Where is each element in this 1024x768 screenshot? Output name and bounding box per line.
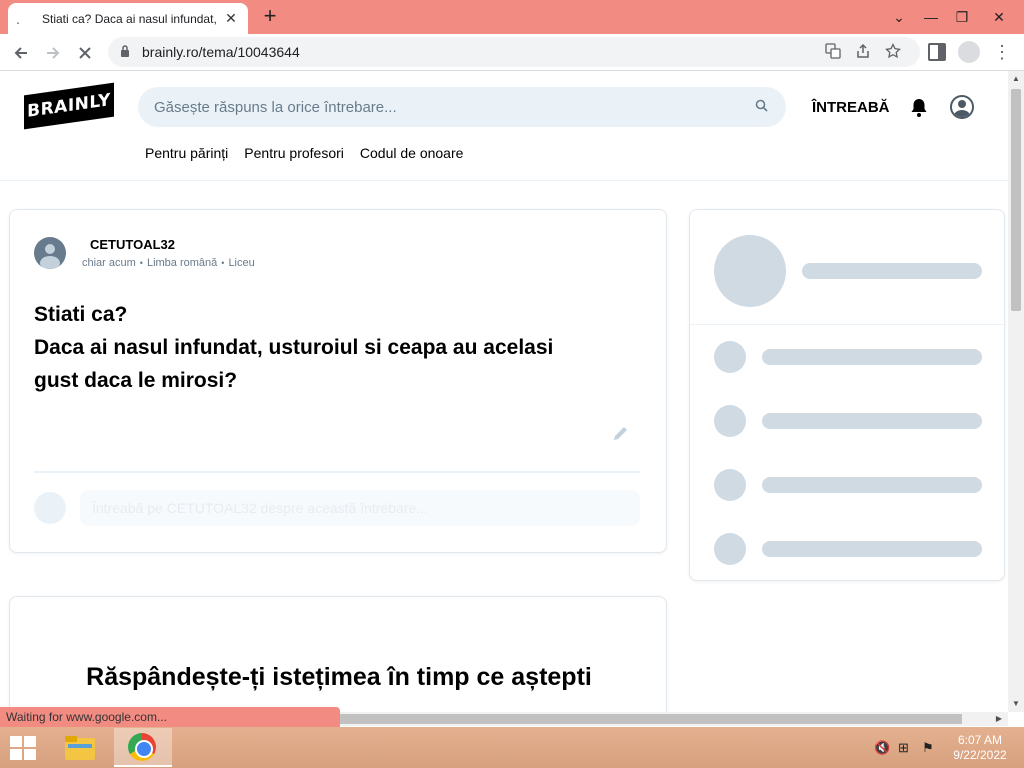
site-subnav: Pentru părinți Pentru profesori Codul de… [145, 145, 463, 161]
question-line: gust daca le mirosi? [34, 369, 238, 392]
nav-link-parents[interactable]: Pentru părinți [145, 145, 228, 161]
scrollbar-thumb[interactable] [1011, 89, 1021, 311]
status-bubble: Waiting for www.google.com... [0, 707, 340, 727]
ask-question-button[interactable]: ÎNTREABĂ [812, 99, 890, 116]
stop-loading-button[interactable] [72, 40, 98, 66]
restore-button[interactable]: ❐ [950, 4, 974, 30]
profile-avatar-icon[interactable] [958, 41, 980, 63]
system-clock[interactable]: 6:07 AM 9/22/2022 [948, 733, 1012, 763]
clock-date: 9/22/2022 [953, 748, 1007, 762]
site-header: BRAINLY ÎNTREABĂ Pentru părinți Pentru p… [0, 71, 1008, 181]
question-line: Daca ai nasul infundat, usturoiul si cea… [34, 336, 554, 359]
page-viewport: BRAINLY ÎNTREABĂ Pentru părinți Pentru p… [0, 71, 1008, 712]
search-bar[interactable] [138, 87, 786, 127]
tab-loading-indicator: . [16, 10, 20, 27]
question-time: chiar acum [82, 257, 136, 269]
question-level: Liceu [228, 257, 255, 269]
skeleton-bar [762, 349, 982, 365]
clock-time: 6:07 AM [957, 733, 1003, 747]
question-line: Stiati ca? [34, 303, 128, 326]
arrow-right-icon [47, 47, 60, 59]
vertical-scrollbar[interactable]: ▲ ▼ [1008, 71, 1024, 712]
url-text[interactable]: brainly.ro/tema/10043644 [142, 44, 818, 60]
forward-button[interactable] [40, 40, 66, 66]
skeleton-bar [762, 477, 982, 493]
chrome-icon [128, 733, 156, 761]
back-button[interactable] [8, 40, 34, 66]
question-meta: chiar acum • Limba română • Liceu [82, 257, 255, 269]
browser-menu-icon[interactable]: ⋮ [992, 40, 1012, 64]
close-window-button[interactable]: ✕ [984, 4, 1014, 30]
scrollbar-thumb[interactable] [336, 714, 962, 724]
nav-link-teachers[interactable]: Pentru profesori [244, 145, 344, 161]
commenter-avatar [34, 492, 66, 524]
spread-knowledge-card: Răspândește-ți istețimea în timp ce aște… [9, 596, 667, 712]
minimize-button[interactable]: — [916, 4, 946, 30]
browser-tab-strip: . Stiati ca? Daca ai nasul infundat, ✕ +… [0, 0, 1024, 34]
user-avatar-icon[interactable] [950, 95, 974, 119]
nav-link-honor-code[interactable]: Codul de onoare [360, 145, 464, 161]
question-text: Stiati ca? Daca ai nasul infundat, ustur… [34, 298, 634, 397]
question-subject[interactable]: Limba română [147, 257, 217, 269]
skeleton-bar [802, 263, 982, 279]
scroll-right-icon[interactable]: ▶ [992, 712, 1006, 726]
tab-title: Stiati ca? Daca ai nasul infundat, [42, 11, 217, 26]
meta-separator: • [139, 258, 143, 268]
share-icon[interactable] [848, 43, 878, 62]
address-bar[interactable]: brainly.ro/tema/10043644 [108, 37, 920, 67]
divider [34, 471, 640, 473]
new-tab-button[interactable]: + [258, 5, 282, 29]
skeleton-bar [762, 541, 982, 557]
bell-icon[interactable] [910, 98, 928, 118]
skeleton-avatar [714, 235, 786, 307]
scroll-up-icon[interactable]: ▲ [1008, 71, 1024, 87]
volume-muted-icon[interactable]: 🔇 [874, 740, 890, 756]
search-input[interactable] [154, 98, 752, 116]
star-icon[interactable] [878, 42, 908, 62]
tab-close-icon[interactable]: ✕ [222, 10, 240, 27]
spread-title: Răspândește-ți istețimea în timp ce aște… [86, 663, 592, 691]
notification-flag-icon[interactable]: ⚑ [922, 740, 934, 756]
side-panel-icon[interactable] [928, 43, 946, 61]
skeleton-dot [714, 469, 746, 501]
translate-icon[interactable] [818, 42, 848, 62]
arrow-left-icon [14, 47, 27, 59]
browser-tab[interactable]: . Stiati ca? Daca ai nasul infundat, ✕ [8, 3, 248, 34]
search-icon[interactable] [752, 99, 770, 115]
question-author-avatar[interactable] [34, 237, 66, 269]
skeleton-dot [714, 405, 746, 437]
sidebar-loading-card [689, 209, 1006, 581]
skeleton-dot [714, 533, 746, 565]
comment-input[interactable]: Întreabă pe CETUTOAL32 despre această în… [80, 490, 640, 526]
chrome-taskbar-button[interactable] [114, 728, 172, 767]
tab-search-chevron-icon[interactable]: ⌄ [888, 4, 910, 30]
lock-icon[interactable] [120, 44, 138, 60]
windows-start-icon[interactable] [10, 736, 38, 760]
browser-toolbar: brainly.ro/tema/10043644 ⋮ [0, 34, 1024, 71]
network-icon[interactable]: ⊞ [898, 740, 909, 756]
scroll-down-icon[interactable]: ▼ [1008, 696, 1024, 712]
skeleton-dot [714, 341, 746, 373]
question-card: CETUTOAL32 chiar acum • Limba română • L… [9, 209, 667, 553]
windows-taskbar: 🔇 ⊞ ⚑ 6:07 AM 9/22/2022 [0, 727, 1024, 768]
skeleton-bar [762, 413, 982, 429]
pencil-icon[interactable] [610, 424, 632, 446]
divider [690, 324, 1006, 325]
meta-separator: • [221, 258, 225, 268]
close-icon [79, 47, 91, 59]
brainly-logo[interactable]: BRAINLY [24, 82, 114, 130]
question-author-name[interactable]: CETUTOAL32 [90, 237, 175, 252]
file-explorer-icon[interactable] [64, 734, 96, 762]
